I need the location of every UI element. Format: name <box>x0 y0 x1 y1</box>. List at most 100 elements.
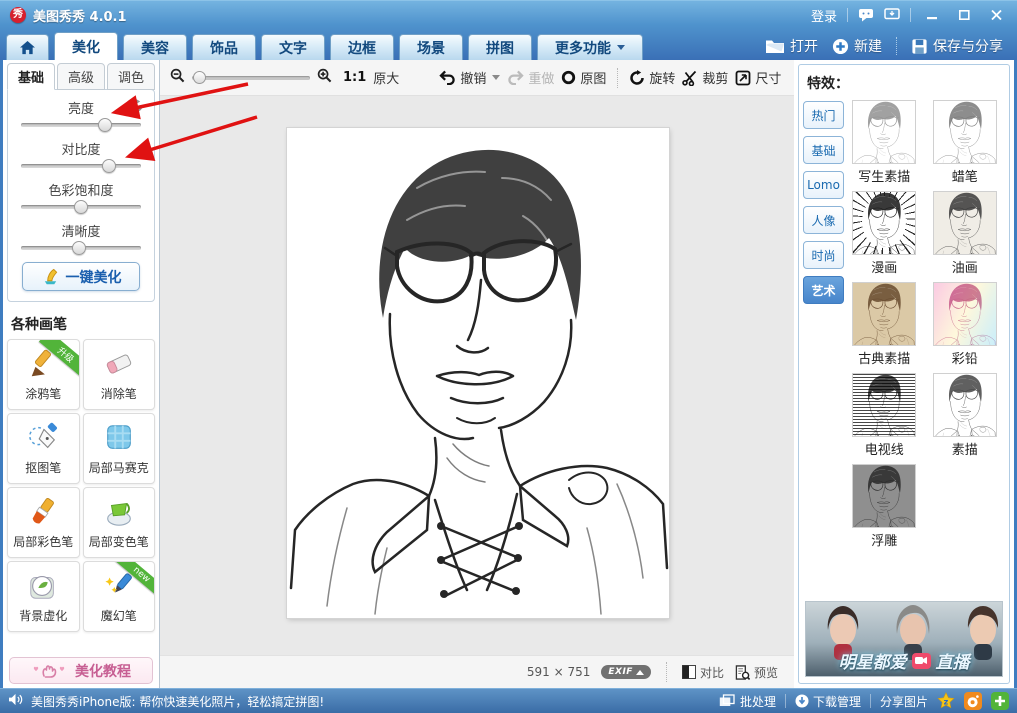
download-manager-button[interactable]: 下载管理 <box>795 693 861 710</box>
redo-button[interactable]: 重做 <box>507 68 554 87</box>
adjust-tab-tone[interactable]: 调色 <box>107 63 155 90</box>
login-link[interactable]: 登录 <box>811 6 837 25</box>
ad-banner[interactable]: 明星都爱 直播 <box>805 601 1003 677</box>
resize-icon <box>735 70 751 86</box>
tab-cosmetic[interactable]: 美容 <box>123 34 187 61</box>
adjust-tab-advanced[interactable]: 高级 <box>57 63 105 90</box>
ad-text-left: 明星都爱 <box>839 648 907 673</box>
titlebar: 秀 美图秀秀 4.0.1 登录 <box>0 1 1017 29</box>
svg-text:z: z <box>944 698 949 707</box>
blur-lens-icon <box>26 570 60 602</box>
beautify-tutorial-button[interactable]: 美化教程 <box>9 657 153 684</box>
effect-crayon[interactable]: 蜡笔 <box>931 101 999 185</box>
batch-process-button[interactable]: 批处理 <box>719 693 776 710</box>
weibo-icon[interactable] <box>964 692 982 710</box>
skin-screen-icon[interactable] <box>884 8 900 22</box>
contrast-slider[interactable] <box>21 164 141 168</box>
chevron-down-icon[interactable] <box>492 75 500 80</box>
original-image-button[interactable]: 原图 <box>561 68 606 87</box>
divider <box>617 68 618 88</box>
zoom-ratio-label[interactable]: 1:1 <box>343 70 366 85</box>
header: 秀 美图秀秀 4.0.1 登录 美化 美容 <box>0 0 1017 60</box>
effects-grid: 写生素描 蜡笔 漫画 油画 <box>844 101 1005 549</box>
new-button[interactable]: 新建 <box>832 36 882 56</box>
compare-icon <box>682 665 696 679</box>
compare-button[interactable]: 对比 <box>682 664 724 681</box>
clarity-slider[interactable] <box>21 246 141 250</box>
open-button[interactable]: 打开 <box>765 36 818 56</box>
share-images-button[interactable]: 分享图片 <box>880 693 928 710</box>
ad-text-right: 直播 <box>936 648 970 673</box>
speaker-icon <box>8 693 23 709</box>
tab-more-features[interactable]: 更多功能 <box>537 34 643 61</box>
effect-comic[interactable]: 漫画 <box>850 192 918 276</box>
brush-background-blur[interactable]: 背景虚化 <box>7 561 80 632</box>
home-button[interactable] <box>6 34 49 61</box>
category-art[interactable]: 艺术 <box>803 276 844 304</box>
reset-icon[interactable] <box>130 98 144 117</box>
taskbar-notice[interactable]: 美图秀秀iPhone版: 帮你快速美化照片，轻松搞定拼图! <box>31 693 324 710</box>
brush-recolor-pen[interactable]: 局部变色笔 <box>83 487 156 558</box>
effect-classic-sketch[interactable]: 古典素描 <box>850 283 918 367</box>
saturation-slider[interactable] <box>21 205 141 209</box>
tab-frame[interactable]: 边框 <box>330 34 394 61</box>
one-key-beautify-button[interactable]: 一键美化 <box>22 262 140 291</box>
brush-doodle-pen[interactable]: 涂鸦笔 升级 <box>7 339 80 410</box>
effect-oil-painting[interactable]: 油画 <box>931 192 999 276</box>
tab-accessories[interactable]: 饰品 <box>192 34 256 61</box>
canvas-area <box>160 96 794 655</box>
slider-knob[interactable] <box>102 159 116 173</box>
adjust-tab-basic[interactable]: 基础 <box>7 63 55 90</box>
photo-image[interactable] <box>287 128 669 618</box>
qzone-icon[interactable]: z <box>937 692 955 710</box>
category-portrait[interactable]: 人像 <box>803 206 844 234</box>
zoom-in-icon[interactable] <box>317 68 332 87</box>
brush-magic-pen[interactable]: 魔幻笔 new <box>83 561 156 632</box>
minimize-button[interactable] <box>921 7 943 23</box>
save-share-button[interactable]: 保存与分享 <box>911 36 1003 56</box>
slider-knob[interactable] <box>74 200 88 214</box>
saturation-label: 色彩饱和度 <box>8 180 154 199</box>
zoom-out-icon[interactable] <box>170 68 185 87</box>
zoom-slider-knob[interactable] <box>193 71 206 84</box>
add-app-icon[interactable] <box>991 692 1009 710</box>
brushes-title: 各种画笔 <box>3 302 159 339</box>
undo-button[interactable]: 撤销 <box>439 68 500 87</box>
effect-tv-lines[interactable]: 电视线 <box>850 374 918 458</box>
category-fashion[interactable]: 时尚 <box>803 241 844 269</box>
preview-button[interactable]: 预览 <box>735 664 778 681</box>
exif-badge[interactable]: EXIF <box>601 665 651 679</box>
effect-color-pencil[interactable]: 彩铅 <box>931 283 999 367</box>
rotate-icon <box>629 70 645 86</box>
effects-title: 特效： <box>803 71 1005 101</box>
home-icon <box>19 40 36 55</box>
app-window: 秀 美图秀秀 4.0.1 登录 美化 美容 <box>0 0 1017 713</box>
brush-cutout-pen[interactable]: 抠图笔 <box>7 413 80 484</box>
category-hot[interactable]: 热门 <box>803 101 844 129</box>
tab-scene[interactable]: 场景 <box>399 34 463 61</box>
feedback-chat-icon[interactable] <box>858 8 874 22</box>
close-button[interactable] <box>985 7 1007 23</box>
left-panel: 基础 高级 调色 亮度 对比度 色彩饱和度 <box>3 60 160 688</box>
crop-button[interactable]: 裁剪 <box>682 68 728 87</box>
tab-collage[interactable]: 拼图 <box>468 34 532 61</box>
zoom-original-label[interactable]: 原大 <box>373 68 399 87</box>
tab-beautify[interactable]: 美化 <box>54 32 118 61</box>
rotate-button[interactable]: 旋转 <box>629 68 675 87</box>
effect-sketch-drawing[interactable]: 写生素描 <box>850 101 918 185</box>
brush-mosaic[interactable]: 局部马赛克 <box>83 413 156 484</box>
brush-eraser[interactable]: 消除笔 <box>83 339 156 410</box>
zoom-slider[interactable] <box>192 76 310 80</box>
taskbar: 美图秀秀iPhone版: 帮你快速美化照片，轻松搞定拼图! 批处理 下载管理 分… <box>0 688 1017 713</box>
slider-knob[interactable] <box>72 241 86 255</box>
tab-text[interactable]: 文字 <box>261 34 325 61</box>
maximize-button[interactable] <box>953 7 975 23</box>
brush-local-color-pen[interactable]: 局部彩色笔 <box>7 487 80 558</box>
resize-button[interactable]: 尺寸 <box>735 68 781 87</box>
brightness-slider[interactable] <box>21 123 141 127</box>
category-lomo[interactable]: Lomo <box>803 171 844 199</box>
effect-emboss[interactable]: 浮雕 <box>850 465 918 549</box>
category-basic[interactable]: 基础 <box>803 136 844 164</box>
effect-sketch[interactable]: 素描 <box>931 374 999 458</box>
slider-knob[interactable] <box>98 118 112 132</box>
